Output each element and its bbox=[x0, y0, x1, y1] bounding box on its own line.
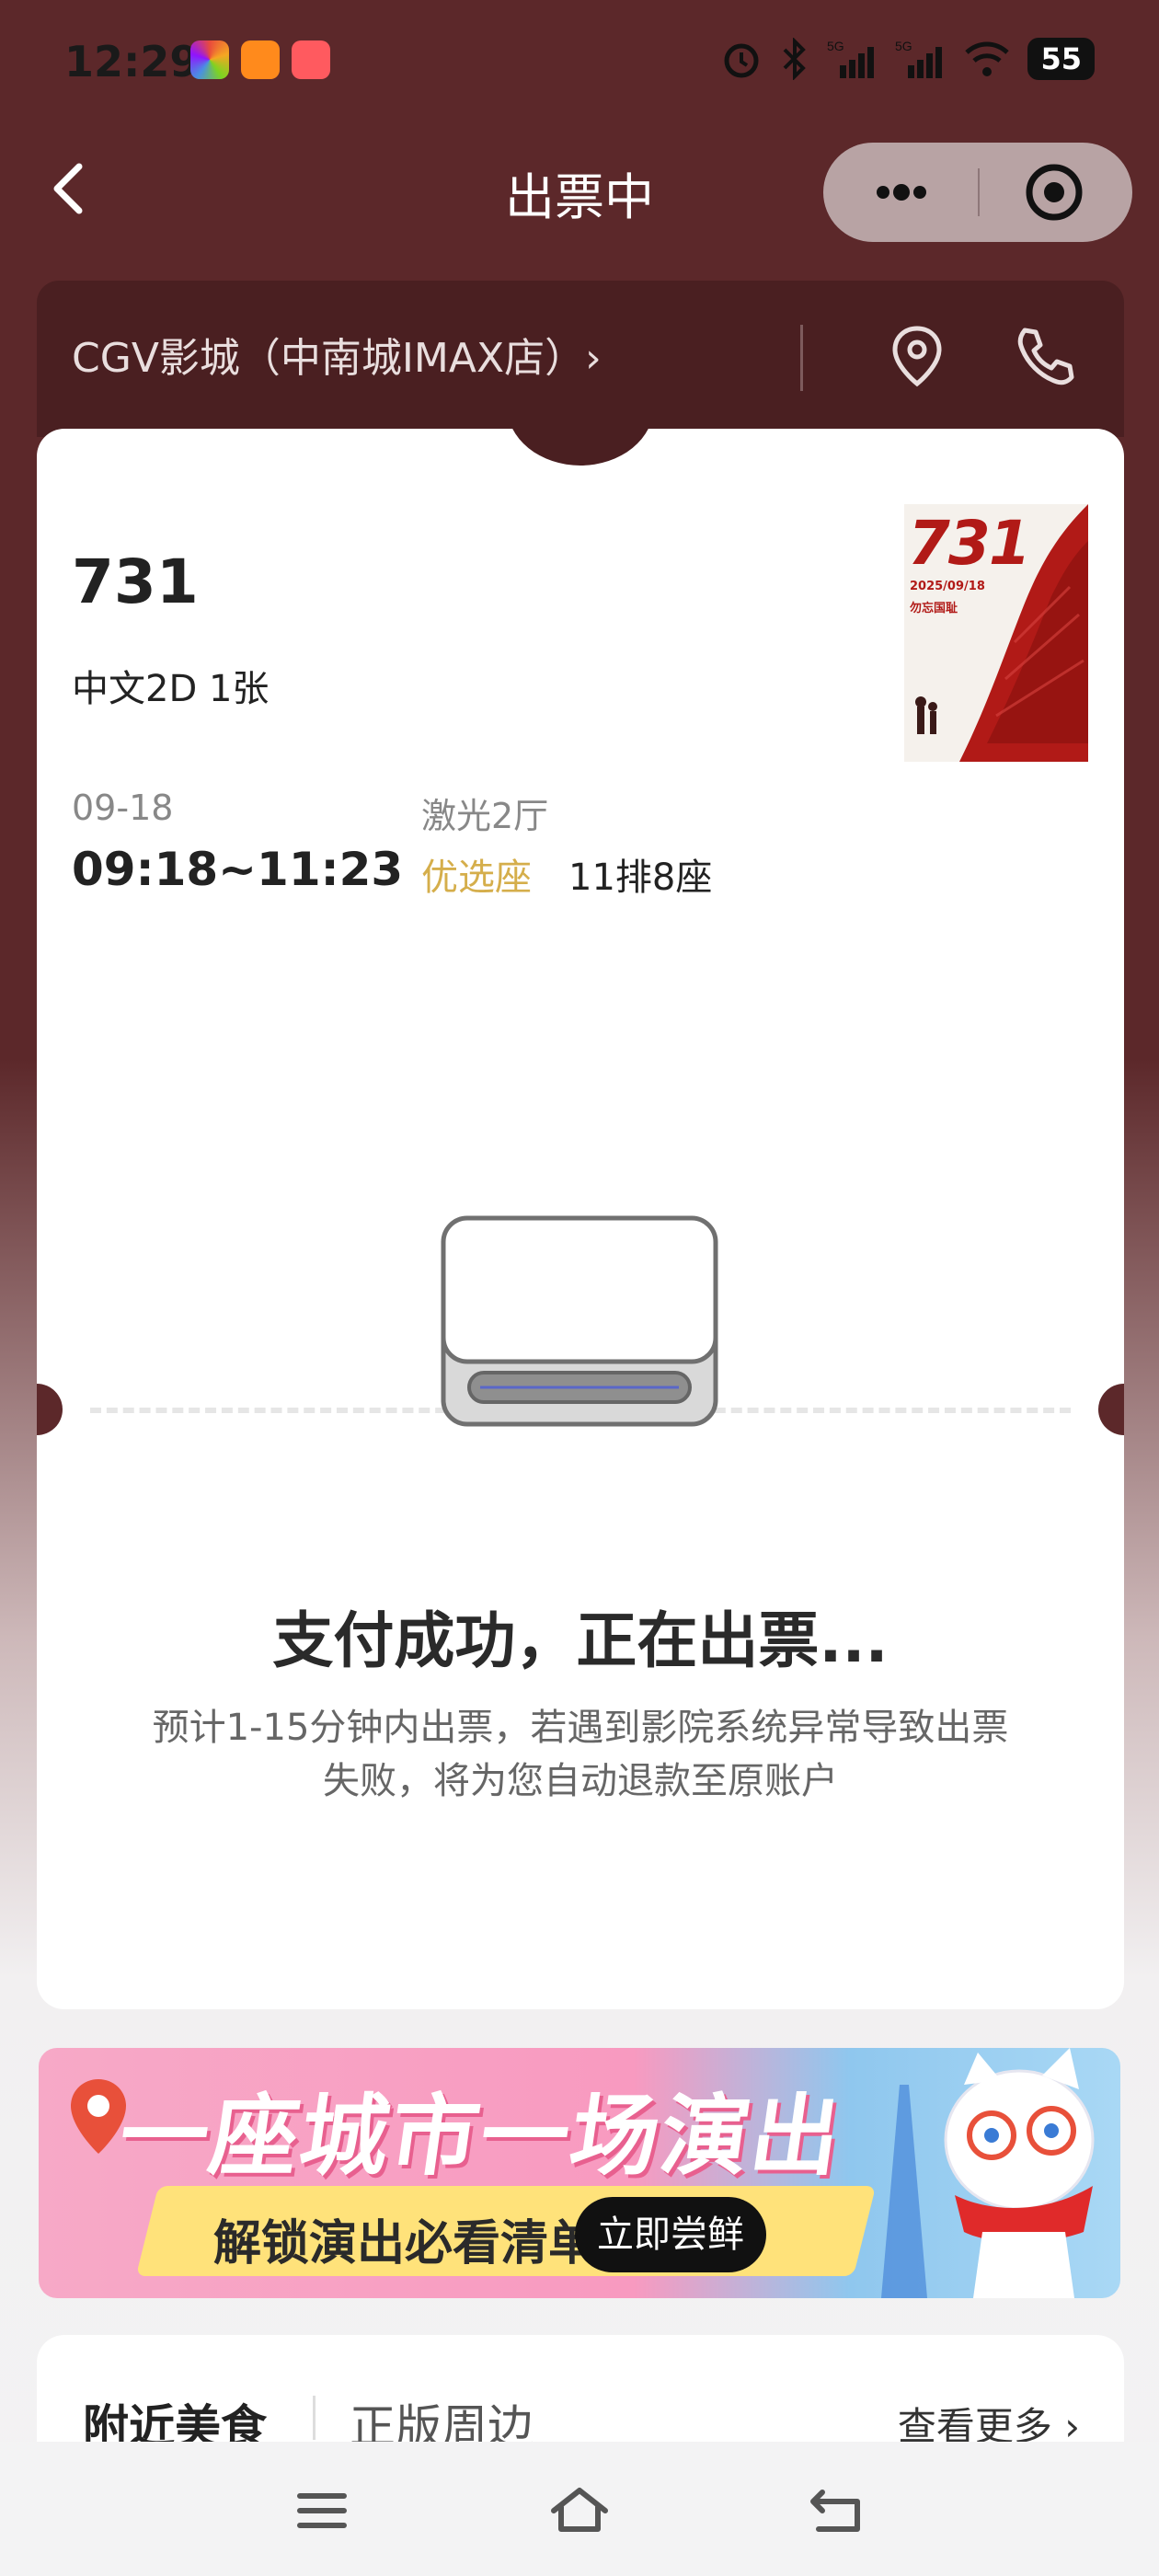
seat-position: 11排8座 bbox=[568, 857, 713, 899]
battery-indicator: 55 bbox=[1027, 38, 1095, 80]
ticket-notch bbox=[1098, 1384, 1124, 1435]
movie-format: 中文2D 1张 bbox=[72, 668, 270, 710]
app-notification-icon bbox=[190, 40, 229, 79]
more-dots-icon bbox=[877, 184, 926, 201]
mascot-cat-icon bbox=[881, 2048, 1095, 2298]
svg-text:5G: 5G bbox=[895, 39, 912, 53]
location-button[interactable] bbox=[878, 317, 956, 395]
wifi-icon bbox=[965, 41, 1010, 76]
navigation-bar: 出票中 bbox=[0, 138, 1159, 242]
signal-5g-icon: 5G bbox=[895, 39, 943, 78]
promo-banner[interactable]: 一座城市一场演出 解锁演出必看清单 立即尝鲜 bbox=[39, 2048, 1120, 2298]
menu-icon[interactable] bbox=[289, 2483, 355, 2538]
ticketing-status: 支付成功，正在出票... bbox=[272, 1605, 889, 1676]
poster-title: 731 bbox=[908, 508, 1031, 579]
ticket-notch bbox=[37, 1384, 63, 1435]
app-notification-icon bbox=[241, 40, 280, 79]
status-bar: 12:29 5G 5G 55 bbox=[0, 0, 1159, 124]
ticketing-description: 预计1-15分钟内出票，若遇到影院系统异常导致出票失败，将为您自动退款至原账户 bbox=[152, 1707, 1009, 1802]
hall-name: 激光2厅 bbox=[421, 796, 549, 836]
ticket-printer-icon bbox=[441, 1215, 718, 1427]
ticket-notch bbox=[507, 429, 654, 466]
divider bbox=[800, 325, 803, 391]
movie-poster[interactable]: 731 2025/09/18 勿忘国耻 bbox=[904, 504, 1088, 762]
target-icon bbox=[1026, 164, 1083, 221]
alarm-icon bbox=[724, 43, 759, 78]
movie-title: 731 bbox=[72, 546, 199, 617]
svg-text:5G: 5G bbox=[827, 39, 844, 53]
close-miniprogram-button[interactable] bbox=[994, 155, 1114, 229]
signal-5g-icon: 5G bbox=[827, 39, 875, 78]
poster-date: 2025/09/18 bbox=[910, 580, 985, 593]
location-pin-icon bbox=[892, 326, 942, 387]
cinema-header: CGV影城（中南城IMAX店）› bbox=[37, 281, 1124, 437]
tab-divider bbox=[313, 2396, 316, 2440]
show-date: 09-18 bbox=[72, 788, 174, 828]
status-time: 12:29 bbox=[64, 37, 200, 86]
poster-subtitle: 勿忘国耻 bbox=[910, 602, 958, 615]
more-button[interactable] bbox=[842, 155, 961, 229]
ticket-card: 731 中文2D 1张 09-18 09:18~11:23 激光2厅 优选座 1… bbox=[37, 429, 1124, 2009]
back-icon[interactable] bbox=[804, 2483, 870, 2538]
try-now-button[interactable]: 立即尝鲜 bbox=[575, 2197, 766, 2272]
phone-button[interactable] bbox=[1003, 317, 1080, 395]
status-icons: 5G 5G 55 bbox=[720, 35, 1095, 83]
cinema-name-link[interactable]: CGV影城（中南城IMAX店）› bbox=[72, 325, 602, 384]
banner-subtitle: 解锁演出必看清单 bbox=[213, 2216, 597, 2271]
capsule-divider bbox=[978, 168, 980, 216]
miniprogram-capsule bbox=[823, 143, 1132, 242]
bluetooth-icon bbox=[784, 38, 807, 80]
app-notification-icon bbox=[292, 40, 330, 79]
system-navigation-bar bbox=[0, 2442, 1159, 2576]
banner-title: 一座城市一场演出 bbox=[112, 2085, 849, 2188]
home-icon[interactable] bbox=[546, 2483, 613, 2538]
seat-type: 优选座 bbox=[421, 857, 532, 899]
show-time: 09:18~11:23 bbox=[72, 843, 404, 896]
phone-icon bbox=[1017, 328, 1074, 385]
